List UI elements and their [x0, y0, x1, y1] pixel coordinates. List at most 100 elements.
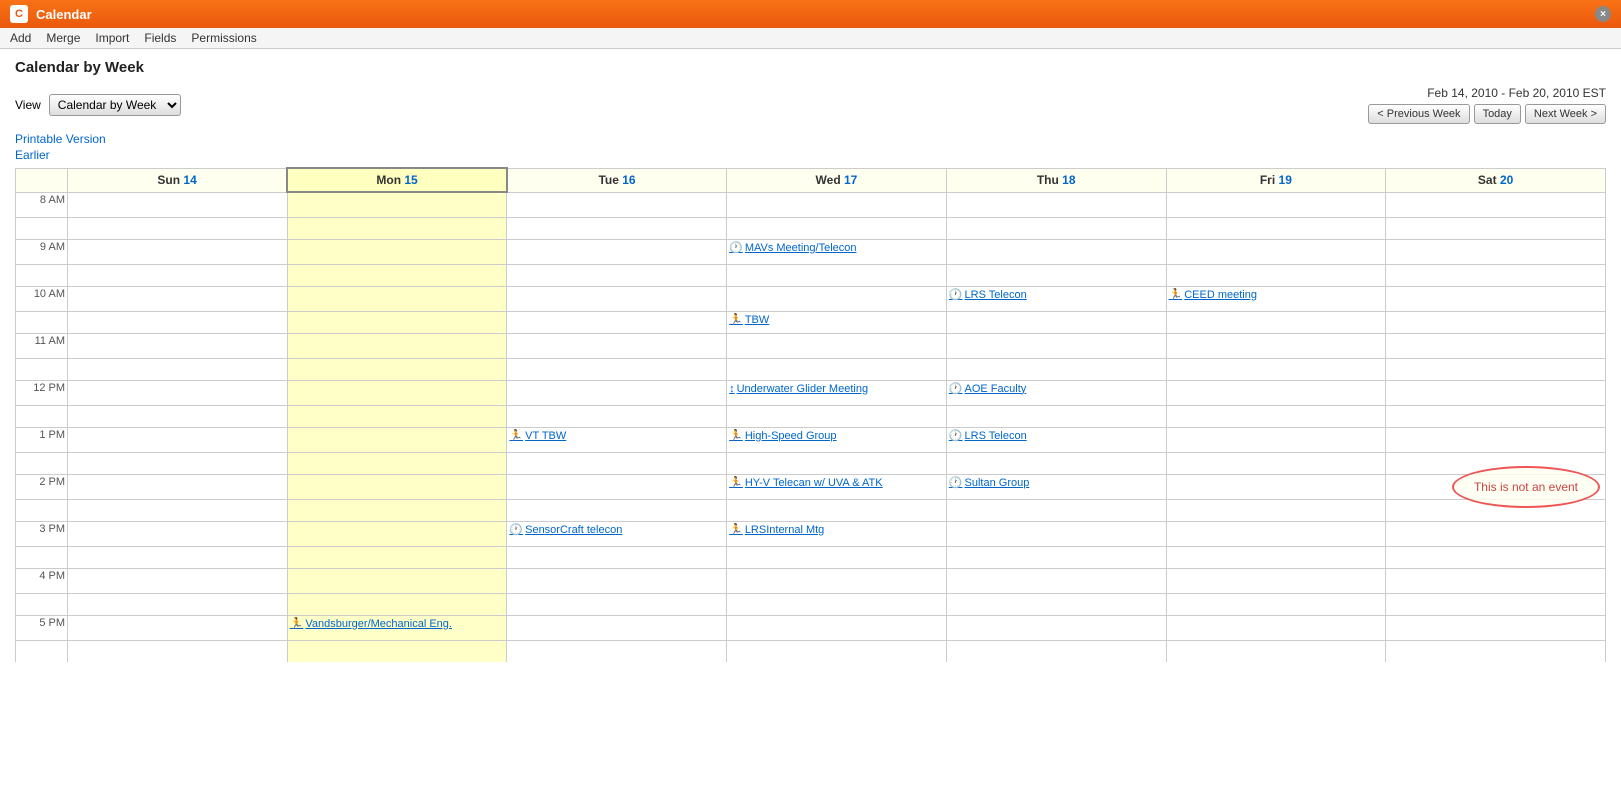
9am-tue [507, 239, 727, 264]
time-half-9am [16, 264, 68, 286]
event-underwater[interactable]: ↕ Underwater Glider Meeting [729, 382, 944, 396]
2pm-tue [507, 474, 727, 499]
time-3pm: 3 PM [16, 521, 68, 546]
event-tbw-link[interactable]: TBW [745, 313, 769, 327]
event-sultan[interactable]: 🕐 Sultan Group [949, 476, 1164, 490]
toolbar-merge[interactable]: Merge [46, 31, 80, 45]
2pm-sat: This is not an event [1386, 474, 1606, 499]
event-clock-icon-6: 🕐 [509, 523, 523, 537]
11am-thu [946, 333, 1166, 358]
event-hyv-link[interactable]: HY-V Telecan w/ UVA & ATK [745, 476, 883, 490]
sat-link[interactable]: 20 [1500, 173, 1513, 187]
half-11am [16, 358, 1606, 380]
event-lrs-telecon-thu2-link[interactable]: LRS Telecon [965, 429, 1027, 443]
event-hyv[interactable]: 🏃 HY-V Telecan w/ UVA & ATK [729, 476, 944, 490]
event-run-icon-6: 🏃 [729, 523, 743, 537]
5h30-sat [1386, 640, 1606, 662]
9h30-fri [1166, 264, 1386, 286]
3pm-mon [287, 521, 507, 546]
event-lrs-internal-link[interactable]: LRSInternal Mtg [745, 523, 824, 537]
toolbar-permissions[interactable]: Permissions [191, 31, 256, 45]
11am-fri [1166, 333, 1386, 358]
event-vt-tbw-link[interactable]: VT TBW [525, 429, 566, 443]
1pm-mon [287, 427, 507, 452]
prev-week-button[interactable]: < Previous Week [1368, 104, 1469, 124]
event-mavs[interactable]: 🕐 MAVs Meeting/Telecon [729, 241, 944, 255]
event-tbw[interactable]: 🏃 TBW [729, 313, 944, 327]
event-ceed-link[interactable]: CEED meeting [1184, 288, 1257, 302]
5pm-wed [727, 615, 947, 640]
11h30-tue [507, 358, 727, 380]
3pm-thu [946, 521, 1166, 546]
2h30-fri [1166, 499, 1386, 521]
event-clock-icon-3: 🕐 [949, 382, 963, 396]
10am-tue [507, 286, 727, 311]
5h30-sun [68, 640, 288, 662]
event-underwater-link[interactable]: Underwater Glider Meeting [737, 382, 868, 396]
close-button[interactable]: × [1595, 6, 1611, 22]
12pm-tue [507, 380, 727, 405]
toolbar-import[interactable]: Import [95, 31, 129, 45]
9am-sat [1386, 239, 1606, 264]
8h30-sun [68, 217, 288, 239]
10am-wed [727, 286, 947, 311]
earlier-link[interactable]: Earlier [15, 148, 1606, 162]
wed-link[interactable]: 17 [844, 173, 857, 187]
5pm-sat [1386, 615, 1606, 640]
event-lrs-internal[interactable]: 🏃 LRSInternal Mtg [729, 523, 944, 537]
9am-thu [946, 239, 1166, 264]
mon-link[interactable]: 15 [404, 173, 417, 187]
1pm-fri [1166, 427, 1386, 452]
event-aoe-link[interactable]: AOE Faculty [965, 382, 1027, 396]
hour-12pm: 12 PM ↕ Underwater Glider Meeting 🕐 AO [16, 380, 1606, 405]
10h30-tue [507, 311, 727, 333]
event-aoe[interactable]: 🕐 AOE Faculty [949, 382, 1164, 396]
time-10am: 10 AM [16, 286, 68, 311]
8h30-wed [727, 217, 947, 239]
event-lrs-telecon-thu2[interactable]: 🕐 LRS Telecon [949, 429, 1164, 443]
event-sensorcraft[interactable]: 🕐 SensorCraft telecon [509, 523, 724, 537]
page-content: Calendar by Week View Calendar by Week C… [0, 49, 1621, 672]
10am-thu: 🕐 LRS Telecon [946, 286, 1166, 311]
event-mavs-link[interactable]: MAVs Meeting/Telecon [745, 241, 857, 255]
thu-link[interactable]: 18 [1062, 173, 1075, 187]
event-vandsburger[interactable]: 🏃 Vandsburger/Mechanical Eng. [290, 617, 505, 631]
9am-sun [68, 239, 288, 264]
event-highspeed-link[interactable]: High-Speed Group [745, 429, 837, 443]
event-vt-tbw[interactable]: 🏃 VT TBW [509, 429, 724, 443]
view-select[interactable]: Calendar by Week Calendar by Day Calenda… [49, 94, 181, 116]
event-arrow-icon: ↕ [729, 382, 735, 396]
half-12pm [16, 405, 1606, 427]
printable-version-link[interactable]: Printable Version [15, 132, 106, 146]
event-sultan-link[interactable]: Sultan Group [965, 476, 1030, 490]
next-week-button[interactable]: Next Week > [1525, 104, 1606, 124]
event-clock-icon-4: 🕐 [949, 429, 963, 443]
time-half-8am [16, 217, 68, 239]
fri-link[interactable]: 19 [1279, 173, 1292, 187]
10h30-wed: 🏃 TBW [727, 311, 947, 333]
9h30-thu [946, 264, 1166, 286]
11am-mon [287, 333, 507, 358]
event-lrs-telecon-thu[interactable]: 🕐 LRS Telecon [949, 288, 1164, 302]
4pm-fri [1166, 568, 1386, 593]
toolbar-fields[interactable]: Fields [144, 31, 176, 45]
tue-link[interactable]: 16 [622, 173, 635, 187]
event-highspeed[interactable]: 🏃 High-Speed Group [729, 429, 944, 443]
view-row: View Calendar by Week Calendar by Day Ca… [15, 86, 1606, 124]
sun-link[interactable]: 14 [183, 173, 196, 187]
half-10am: 🏃 TBW [16, 311, 1606, 333]
8h30-sat [1386, 217, 1606, 239]
event-lrs-telecon-thu-link[interactable]: LRS Telecon [965, 288, 1027, 302]
1h30-sun [68, 452, 288, 474]
9am-fri [1166, 239, 1386, 264]
today-button[interactable]: Today [1474, 104, 1521, 124]
toolbar-add[interactable]: Add [10, 31, 31, 45]
11am-sun [68, 333, 288, 358]
10am-sat [1386, 286, 1606, 311]
event-ceed[interactable]: 🏃 CEED meeting [1169, 288, 1384, 302]
event-sensorcraft-link[interactable]: SensorCraft telecon [525, 523, 622, 537]
half-2pm [16, 499, 1606, 521]
event-vandsburger-link[interactable]: Vandsburger/Mechanical Eng. [305, 617, 452, 631]
3pm-fri [1166, 521, 1386, 546]
header-sun: Sun 14 [68, 168, 288, 192]
